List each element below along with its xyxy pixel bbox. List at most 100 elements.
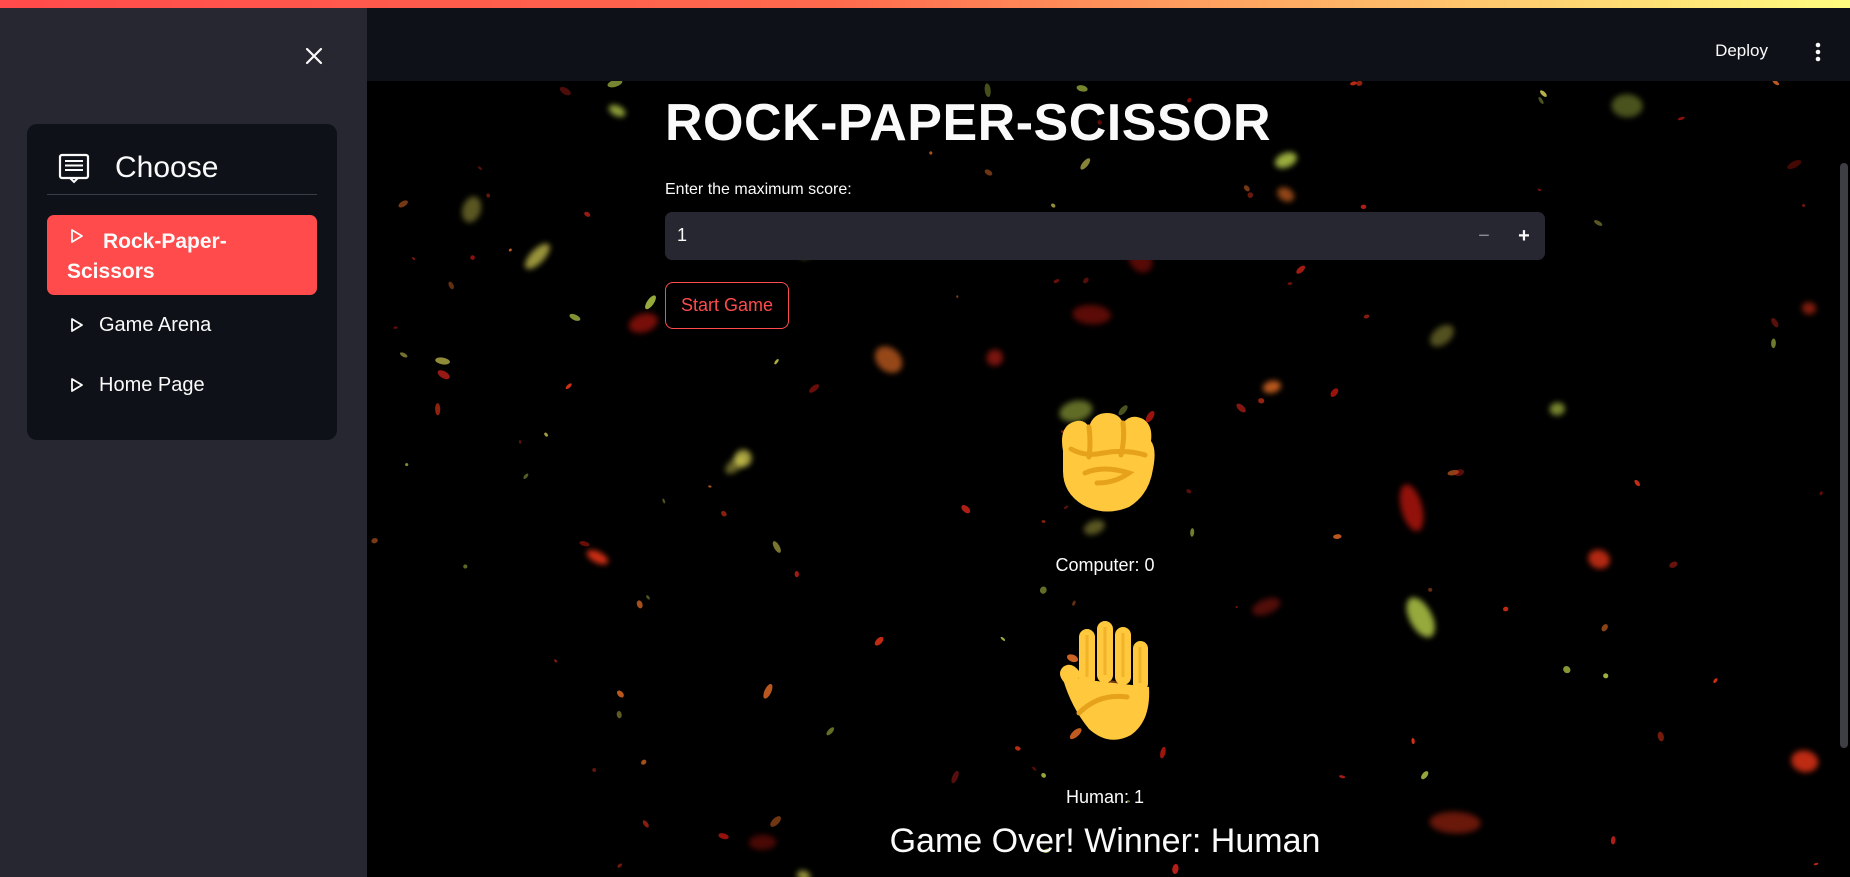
decrement-button[interactable]: − — [1471, 224, 1497, 248]
ember-particle — [1190, 528, 1195, 537]
ember-particle — [809, 384, 820, 393]
scrollbar[interactable] — [1840, 163, 1848, 748]
ember-particle — [1160, 746, 1166, 759]
start-game-button[interactable]: Start Game — [665, 282, 789, 329]
ember-particle — [1350, 81, 1357, 86]
ember-particle — [1262, 380, 1281, 394]
ember-particle — [1657, 731, 1664, 742]
ember-particle — [1563, 666, 1571, 674]
ember-particle — [579, 541, 590, 547]
ember-particle — [1356, 81, 1363, 86]
ember-particle — [1015, 746, 1021, 751]
ember-particle — [477, 166, 483, 170]
document-list-icon — [58, 153, 90, 184]
triangle-right-icon — [71, 378, 83, 392]
ember-particle — [1041, 520, 1046, 523]
max-score-value[interactable]: 1 — [677, 225, 687, 246]
ember-particle — [1236, 403, 1246, 413]
ember-particle — [1258, 398, 1265, 404]
ember-particle — [617, 863, 623, 868]
ember-particle — [565, 383, 572, 390]
ember-particle — [1247, 192, 1254, 198]
ember-particle — [1669, 561, 1678, 568]
ember-particle — [1274, 152, 1297, 169]
ember-particle — [523, 473, 529, 479]
ember-particle — [608, 104, 626, 117]
sidebar-item-label: Game Arena — [99, 314, 212, 336]
ember-particle — [1813, 862, 1819, 866]
ember-particle — [1406, 597, 1435, 638]
ember-particle — [559, 86, 571, 96]
sidebar-item-label: Rock-Paper-Scissors — [67, 230, 227, 283]
ember-particle — [641, 759, 647, 765]
ember-particle — [1634, 479, 1640, 487]
ember-particle — [1235, 605, 1238, 609]
ember-particle — [1772, 81, 1780, 86]
ember-particle — [774, 359, 779, 365]
ember-particle — [1538, 97, 1544, 104]
ember-particle — [646, 595, 650, 600]
triangle-right-icon — [71, 318, 83, 332]
game-result-message: Game Over! Winner: Human — [889, 822, 1321, 860]
ember-particle — [1076, 85, 1088, 92]
ember-particle — [1611, 94, 1643, 118]
ember-particle — [1801, 302, 1817, 315]
main-content: ROCK-PAPER-SCISSOR Enter the maximum sco… — [367, 81, 1850, 877]
ember-particle — [1277, 187, 1295, 202]
app-header: Deploy — [367, 8, 1850, 81]
close-icon — [305, 47, 323, 65]
ember-particle — [607, 81, 623, 88]
max-score-number-input[interactable]: 1 − + — [665, 212, 1545, 260]
sidebar: Choose Rock-Paper-Scissors Game Arena Ho… — [0, 0, 367, 877]
ember-particle — [616, 690, 624, 698]
vertical-dots-icon[interactable] — [1808, 40, 1828, 64]
ember-particle — [956, 295, 959, 298]
deploy-button[interactable]: Deploy — [1715, 41, 1768, 61]
ember-particle — [1360, 204, 1367, 210]
ember-particle — [1333, 534, 1342, 540]
ember-particle — [435, 403, 441, 416]
close-sidebar-button[interactable] — [298, 40, 330, 72]
ember-particle — [524, 243, 550, 270]
top-decoration-line — [0, 0, 1850, 8]
human-score: Human: 1 — [1065, 787, 1145, 807]
ember-particle — [1172, 864, 1179, 874]
ember-particle — [399, 352, 408, 358]
sidebar-item-game-arena[interactable]: Game Arena — [47, 312, 317, 352]
ember-particle — [1429, 811, 1481, 834]
ember-particle — [405, 463, 409, 467]
ember-particle — [1454, 469, 1465, 476]
ember-particle — [462, 196, 482, 223]
ember-particle — [1243, 185, 1250, 192]
ember-particle — [592, 768, 597, 772]
ember-particle — [463, 564, 468, 569]
ember-particle — [1819, 491, 1823, 496]
increment-button[interactable]: + — [1511, 224, 1537, 248]
ember-particle — [1421, 771, 1429, 780]
ember-particle — [398, 200, 408, 208]
computer-score: Computer: 0 — [1055, 555, 1155, 575]
ember-particle — [718, 833, 729, 840]
sidebar-item-rock-paper-scissors[interactable]: Rock-Paper-Scissors — [47, 215, 317, 295]
ember-particle — [1588, 549, 1610, 569]
ember-particle — [1072, 600, 1076, 606]
ember-particle — [1601, 624, 1608, 632]
ember-particle — [794, 571, 800, 578]
nav-menu-title: Choose — [115, 151, 219, 184]
ember-particle — [636, 600, 643, 609]
ember-particle — [1594, 220, 1603, 226]
ember-particle — [826, 727, 835, 736]
ember-particle — [1252, 597, 1281, 616]
ember-particle — [1540, 90, 1547, 97]
ember-particle — [961, 505, 971, 514]
ember-particle — [1287, 282, 1293, 286]
nav-menu-header: Choose — [47, 142, 317, 195]
sidebar-item-home-page[interactable]: Home Page — [47, 372, 317, 412]
ember-particle — [1603, 673, 1609, 679]
ember-particle — [437, 370, 450, 380]
ember-particle — [486, 193, 491, 198]
ember-particle — [1787, 159, 1802, 170]
ember-particle — [1677, 116, 1685, 121]
ember-particle — [554, 659, 558, 663]
ember-particle — [763, 683, 773, 699]
